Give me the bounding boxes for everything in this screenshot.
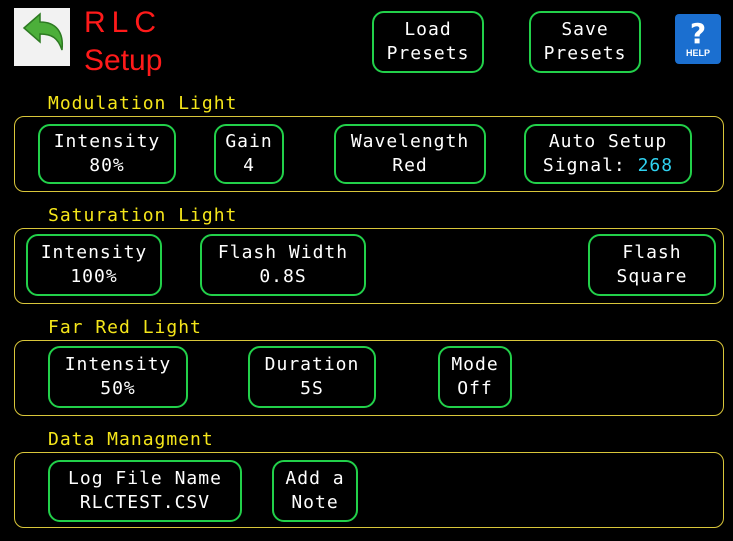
modulation-intensity-value: 80%	[89, 155, 125, 176]
wavelength-label: Wavelength	[350, 131, 470, 152]
flash-width-value: 0.8S	[259, 266, 307, 287]
flash-type-value: Square	[616, 266, 688, 287]
far-red-light-label: Far Red Light	[48, 317, 202, 338]
save-presets-button[interactable]: Save Presets	[529, 11, 641, 73]
gain-value: 4	[243, 155, 255, 176]
far-red-intensity-label: Intensity	[64, 354, 172, 375]
help-label: HELP	[685, 47, 710, 58]
wavelength-button[interactable]: Wavelength Red	[334, 124, 486, 184]
add-note-line1: Add a	[285, 468, 345, 489]
modulation-intensity-button[interactable]: Intensity 80%	[38, 124, 176, 184]
save-presets-line2: Presets	[543, 43, 627, 64]
duration-label: Duration	[264, 354, 360, 375]
signal-value: 268	[637, 155, 674, 176]
load-presets-line1: Load	[404, 19, 452, 40]
saturation-light-label: Saturation Light	[48, 205, 238, 226]
back-arrow-icon	[22, 12, 64, 51]
gain-label: Gain	[225, 131, 273, 152]
modulation-light-label: Modulation Light	[48, 93, 238, 114]
data-management-label: Data Managment	[48, 429, 214, 450]
flash-type-label: Flash	[622, 242, 682, 263]
duration-button[interactable]: Duration 5S	[248, 346, 376, 408]
save-presets-line1: Save	[561, 19, 609, 40]
log-file-name-button[interactable]: Log File Name RLCTEST.CSV	[48, 460, 242, 522]
auto-setup-button[interactable]: Auto Setup Signal: 268	[524, 124, 692, 184]
mode-label: Mode	[451, 354, 499, 375]
saturation-intensity-value: 100%	[70, 266, 118, 287]
load-presets-button[interactable]: Load Presets	[372, 11, 484, 73]
mode-button[interactable]: Mode Off	[438, 346, 512, 408]
wavelength-value: Red	[392, 155, 428, 176]
help-button[interactable]: ? HELP	[675, 14, 721, 64]
far-red-intensity-value: 50%	[100, 378, 136, 399]
saturation-intensity-button[interactable]: Intensity 100%	[26, 234, 162, 296]
signal-label: Signal:	[542, 155, 626, 176]
flash-width-button[interactable]: Flash Width 0.8S	[200, 234, 366, 296]
add-note-line2: Note	[291, 492, 339, 513]
page-title-line2: Setup	[84, 44, 163, 77]
saturation-intensity-label: Intensity	[40, 242, 148, 263]
help-question-icon: ?	[689, 16, 707, 50]
flash-width-label: Flash Width	[217, 242, 349, 263]
load-presets-line2: Presets	[386, 43, 470, 64]
add-note-button[interactable]: Add a Note	[272, 460, 358, 522]
gain-button[interactable]: Gain 4	[214, 124, 284, 184]
auto-setup-label: Auto Setup	[548, 131, 668, 152]
flash-type-button[interactable]: Flash Square	[588, 234, 716, 296]
far-red-intensity-button[interactable]: Intensity 50%	[48, 346, 188, 408]
log-file-name-value: RLCTEST.CSV	[79, 492, 211, 513]
mode-value: Off	[457, 378, 493, 399]
back-button[interactable]	[14, 8, 70, 66]
signal-readout: Signal: 268	[543, 154, 673, 178]
log-file-name-label: Log File Name	[68, 468, 222, 489]
duration-value: 5S	[300, 378, 324, 399]
page-title-line1: RLC	[84, 6, 163, 39]
modulation-intensity-label: Intensity	[53, 131, 161, 152]
